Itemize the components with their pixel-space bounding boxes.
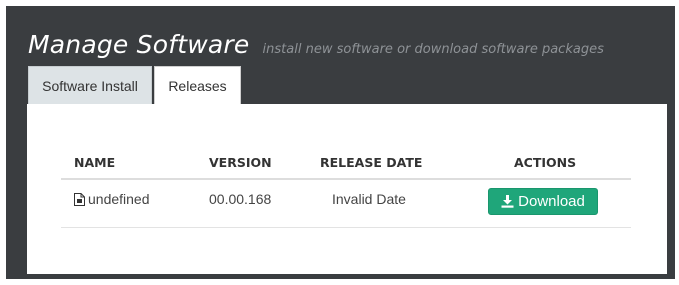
tab-software-install[interactable]: Software Install [28, 66, 152, 104]
download-icon [501, 195, 514, 208]
file-icon [74, 193, 85, 209]
row-divider [61, 227, 631, 228]
column-header-name: NAME [74, 155, 116, 170]
page-title: Manage Software [28, 30, 250, 59]
tab-releases[interactable]: Releases [154, 66, 241, 105]
column-header-release-date: RELEASE DATE [320, 155, 423, 170]
header-divider [61, 178, 631, 180]
release-version: 00.00.168 [209, 191, 272, 207]
download-button[interactable]: Download [488, 188, 598, 215]
download-button-label: Download [518, 193, 585, 210]
column-header-actions: ACTIONS [514, 155, 577, 170]
release-date: Invalid Date [332, 191, 406, 207]
tab-software-install-label: Software Install [42, 77, 138, 94]
column-header-version: VERSION [209, 155, 272, 170]
release-name: undefined [88, 191, 150, 207]
page-header: Manage Software install new software or … [28, 30, 604, 59]
tab-releases-label: Releases [168, 78, 227, 94]
page-subtitle: install new software or download softwar… [262, 42, 604, 57]
manage-software-window: Manage Software install new software or … [6, 6, 675, 279]
releases-panel: NAME VERSION RELEASE DATE ACTIONS undefi… [27, 104, 667, 274]
table-row-name: undefined [74, 191, 150, 209]
